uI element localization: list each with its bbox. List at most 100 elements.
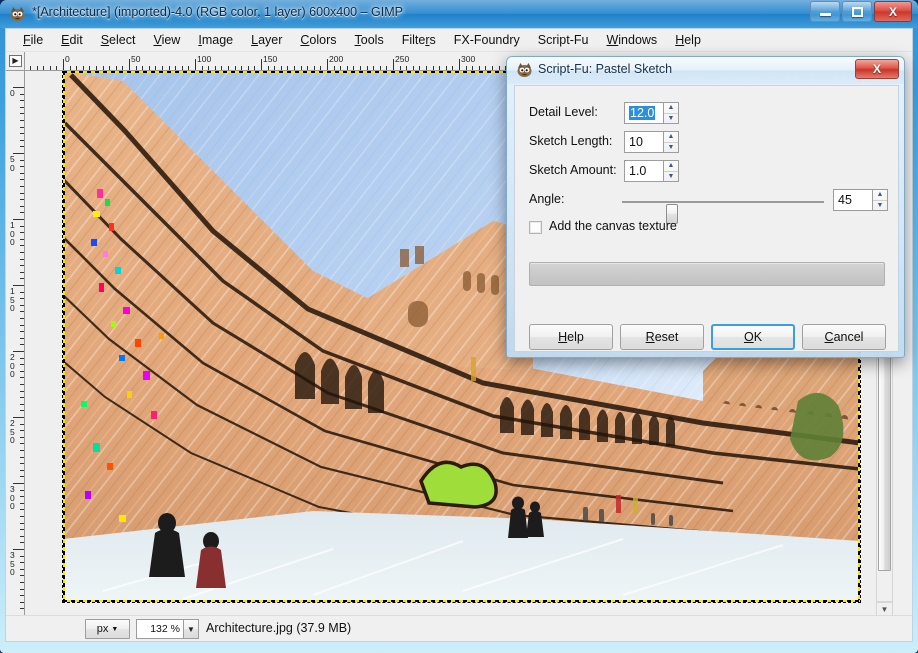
help-button-rest: elp bbox=[567, 330, 584, 344]
ruler-tick-minor bbox=[221, 66, 223, 70]
maximize-button[interactable] bbox=[842, 1, 872, 22]
detail-level-label: Detail Level: bbox=[529, 105, 598, 119]
ruler-tick-minor bbox=[20, 397, 24, 399]
ruler-tick-minor bbox=[20, 265, 24, 267]
stepper-up-icon[interactable]: ▲ bbox=[664, 161, 678, 172]
close-icon: X bbox=[872, 62, 881, 76]
menu-colors[interactable]: Colors bbox=[291, 30, 345, 50]
stepper-down-icon[interactable]: ▼ bbox=[664, 172, 678, 182]
zoom-input[interactable]: 132 % bbox=[136, 619, 184, 639]
minimize-button[interactable] bbox=[810, 1, 840, 22]
ruler-tick-minor bbox=[20, 120, 24, 121]
ruler-tick-major bbox=[393, 59, 394, 70]
window-titlebar[interactable]: *[Architecture] (imported)-4.0 (RGB colo… bbox=[0, 0, 918, 28]
menu-file[interactable]: File bbox=[14, 30, 52, 50]
ruler-tick-minor bbox=[307, 66, 309, 70]
sketch-length-input[interactable]: 10 bbox=[624, 131, 664, 153]
ruler-tick-minor bbox=[115, 66, 117, 70]
field-row-sketch-length: Sketch Length: 10 ▲ ▼ bbox=[529, 131, 879, 155]
stepper-down-icon[interactable]: ▼ bbox=[664, 143, 678, 153]
stepper-down-icon[interactable]: ▼ bbox=[664, 114, 678, 124]
menu-select[interactable]: Select bbox=[92, 30, 145, 50]
menu-edit[interactable]: Edit bbox=[52, 30, 92, 50]
ruler-tick-minor bbox=[20, 179, 24, 181]
ruler-label: 100 bbox=[10, 220, 15, 247]
stepper-up-icon[interactable]: ▲ bbox=[873, 190, 887, 201]
detail-level-stepper[interactable]: ▲ ▼ bbox=[664, 102, 679, 124]
angle-slider-track[interactable] bbox=[622, 201, 824, 224]
dialog-close-button[interactable]: X bbox=[855, 59, 899, 79]
ruler-tick-minor bbox=[36, 66, 38, 70]
help-button[interactable]: Help bbox=[529, 324, 613, 350]
sketch-length-stepper[interactable]: ▲ ▼ bbox=[664, 131, 679, 153]
menu-tools[interactable]: Tools bbox=[346, 30, 393, 50]
ruler-tick-minor bbox=[20, 582, 24, 583]
ruler-tick-minor bbox=[439, 66, 441, 70]
ruler-tick-minor bbox=[20, 509, 24, 511]
ruler-tick-minor bbox=[20, 588, 24, 590]
menu-windows[interactable]: Windows bbox=[597, 30, 666, 50]
ruler-tick-minor bbox=[20, 595, 24, 597]
ruler-tick-minor bbox=[109, 66, 111, 70]
ruler-tick-major bbox=[129, 59, 130, 70]
ruler-tick-minor bbox=[20, 113, 24, 115]
ruler-tick-minor bbox=[445, 66, 447, 70]
ruler-tick-minor bbox=[234, 66, 236, 70]
ruler-tick-minor bbox=[20, 318, 24, 319]
ruler-tick-minor bbox=[142, 66, 144, 70]
ruler-corner[interactable]: ▶ bbox=[6, 52, 25, 71]
close-button[interactable]: X bbox=[874, 1, 912, 22]
angle-input[interactable]: 45 bbox=[833, 189, 873, 211]
ruler-tick-minor bbox=[20, 430, 24, 432]
ruler-tick-minor bbox=[181, 66, 183, 70]
ruler-tick-minor bbox=[175, 66, 177, 70]
zoom-dropdown-button[interactable]: ▼ bbox=[184, 619, 199, 639]
angle-stepper[interactable]: ▲ ▼ bbox=[873, 189, 888, 211]
ok-button[interactable]: OK bbox=[711, 324, 795, 350]
menu-layer[interactable]: Layer bbox=[242, 30, 291, 50]
ruler-tick-minor bbox=[20, 93, 24, 95]
stepper-up-icon[interactable]: ▲ bbox=[664, 103, 678, 114]
ruler-tick-minor bbox=[20, 522, 24, 524]
ruler-tick-minor bbox=[399, 66, 401, 70]
ruler-tick-minor bbox=[135, 66, 137, 70]
reset-button-rest: eset bbox=[654, 330, 679, 344]
detail-level-input[interactable]: 12.0 bbox=[624, 102, 664, 124]
sketch-amount-stepper[interactable]: ▲ ▼ bbox=[664, 160, 679, 182]
reset-button[interactable]: Reset bbox=[620, 324, 704, 350]
ruler-label: 0 bbox=[65, 53, 70, 64]
sketch-amount-input[interactable]: 1.0 bbox=[624, 160, 664, 182]
stepper-up-icon[interactable]: ▲ bbox=[664, 132, 678, 143]
ruler-tick-minor bbox=[20, 106, 24, 108]
sketch-length-value: 10 bbox=[629, 135, 643, 149]
ruler-tick-minor bbox=[20, 337, 24, 339]
menu-image[interactable]: Image bbox=[189, 30, 242, 50]
ruler-tick-minor bbox=[465, 66, 467, 70]
menu-help[interactable]: Help bbox=[666, 30, 710, 50]
angle-value: 45 bbox=[838, 193, 852, 207]
ruler-tick-minor bbox=[201, 66, 203, 70]
ruler-tick-minor bbox=[20, 456, 24, 458]
cancel-button[interactable]: Cancel bbox=[802, 324, 886, 350]
unit-menu-icon[interactable]: ▶ bbox=[9, 55, 22, 67]
ruler-label: 300 bbox=[10, 484, 15, 511]
ruler-tick-minor bbox=[20, 529, 24, 531]
ruler-tick-major bbox=[261, 59, 262, 70]
field-row-canvas-texture[interactable]: Add the canvas texture bbox=[529, 218, 829, 242]
ruler-tick-minor bbox=[419, 66, 421, 70]
menu-fx-foundry[interactable]: FX-Foundry bbox=[445, 30, 529, 50]
ruler-tick-minor bbox=[432, 66, 434, 70]
unit-dropdown[interactable]: px ▼ bbox=[85, 619, 130, 639]
menu-view[interactable]: View bbox=[144, 30, 189, 50]
ruler-tick-minor bbox=[20, 100, 24, 102]
canvas-texture-checkbox[interactable] bbox=[529, 221, 542, 234]
dialog-titlebar[interactable]: Script-Fu: Pastel Sketch X bbox=[507, 57, 904, 84]
stepper-down-icon[interactable]: ▼ bbox=[873, 201, 887, 211]
field-row-sketch-amount: Sketch Amount: 1.0 ▲ ▼ bbox=[529, 160, 879, 184]
menu-script-fu[interactable]: Script-Fu bbox=[529, 30, 598, 50]
script-fu-dialog[interactable]: Script-Fu: Pastel Sketch X Detail Level:… bbox=[506, 56, 905, 358]
menu-filters[interactable]: Filters bbox=[393, 30, 445, 50]
ruler-tick-minor bbox=[20, 133, 24, 135]
ruler-tick-minor bbox=[20, 542, 24, 544]
ruler-tick-minor bbox=[20, 298, 24, 300]
